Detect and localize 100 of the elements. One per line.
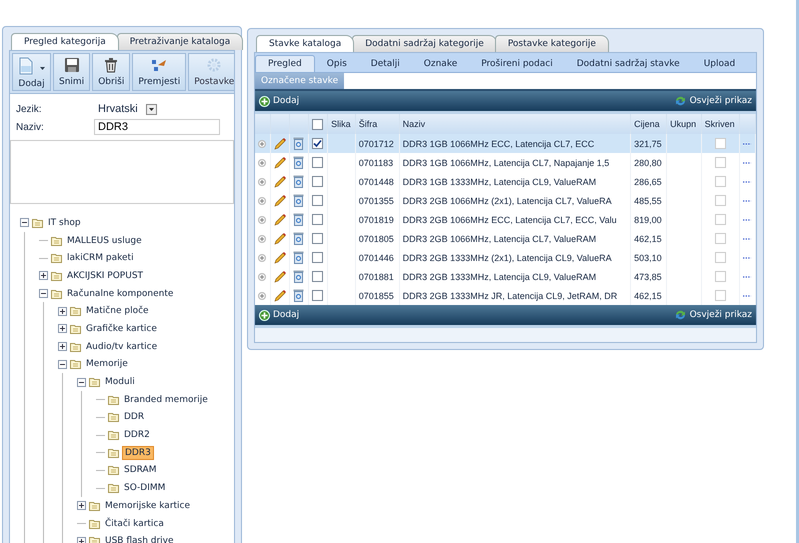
checkbox[interactable] [312,195,324,206]
ellipsis-icon[interactable] [743,180,752,183]
tab[interactable]: Stavke kataloga [256,35,354,52]
table-row[interactable]: 0701712 DDR3 1GB 1066MHz ECC, Latencija CL7, ECC 321,75 [255,134,756,153]
pencil-icon[interactable] [274,214,286,226]
name-field[interactable]: DDR3 [94,119,220,135]
pencil-icon[interactable] [274,270,286,282]
tree-item[interactable]: Računalne komponente [65,288,176,300]
table-row[interactable]: 0701446 DDR3 2GB 1333MHz (2x1), Latencija CL9, ValueRA 503,10 [255,248,756,267]
trash-can-icon[interactable] [293,289,304,302]
table-row[interactable]: 0701448 DDR3 1GB 1333MHz, Latencija CL9, ValueRAM 286,65 [255,172,756,191]
ellipsis-icon[interactable] [743,294,752,297]
refresh-button[interactable]: Osvježi prikaz [674,95,752,107]
expand-icon[interactable] [58,324,67,334]
pencil-icon[interactable] [274,290,286,302]
tab[interactable]: Opis [314,55,359,72]
trash-can-icon[interactable] [293,232,304,245]
tree-item[interactable]: SDRAM [122,464,158,476]
ellipsis-icon[interactable] [743,256,752,259]
tree-item[interactable]: Matične ploče [84,305,151,318]
expand-icon[interactable] [58,342,67,352]
tab[interactable]: Detalji [358,55,412,72]
checkbox[interactable] [312,118,324,130]
ellipsis-icon[interactable] [743,218,752,221]
tree-item[interactable]: SO-DIMM [122,482,168,494]
tree-item[interactable]: IT shop [46,216,83,229]
expand-icon[interactable] [58,306,67,316]
tree-item[interactable]: Čitači kartica [103,518,166,530]
tab[interactable]: Pregled [255,55,315,72]
pencil-icon[interactable] [274,176,286,188]
tab[interactable]: Upload [692,55,748,72]
table-row[interactable]: 0701183 DDR3 1GB 1066MHz, Latencija CL7, Napajanje 1,5 280,80 [255,153,756,172]
add-button[interactable]: Dodaj [259,310,300,320]
tab[interactable]: Dodatni sadržaj stavke [564,55,692,72]
ellipsis-icon[interactable] [743,237,752,240]
trash-can-icon[interactable] [293,251,304,264]
tree-item[interactable]: Grafičke kartice [84,322,159,335]
checkbox[interactable] [714,195,726,206]
toolbar-button[interactable]: Snimi [53,53,90,91]
tree-item[interactable]: DDR3 [122,446,154,460]
column-header[interactable]: Slika [328,114,356,134]
toolbar-button[interactable]: Obriši [92,53,130,91]
ellipsis-icon[interactable] [743,199,752,202]
checkbox[interactable] [312,252,324,264]
checkbox[interactable] [312,176,324,188]
refresh-button[interactable]: Osvježi prikaz [674,309,752,321]
collapse-icon[interactable] [39,289,48,298]
toolbar-button[interactable]: Premjesti [132,53,186,91]
checkbox[interactable] [714,138,726,150]
ellipsis-icon[interactable] [743,161,752,164]
expand-icon[interactable] [77,501,86,510]
collapse-icon[interactable] [58,360,67,369]
add-button[interactable]: Dodaj [259,96,300,106]
description-field[interactable] [10,140,234,204]
tree-item[interactable]: Memorije [84,358,130,370]
tree-item[interactable]: DDR [122,411,146,424]
trash-can-icon[interactable] [293,270,304,283]
pencil-icon[interactable] [274,252,286,264]
trash-can-icon[interactable] [293,194,304,207]
column-header[interactable]: Šifra [355,114,400,134]
column-header[interactable]: Cijena [630,114,667,134]
checkbox[interactable] [312,233,324,244]
checkbox[interactable] [714,233,726,244]
column-header[interactable]: Skriven [701,114,740,134]
tree-item[interactable]: DDR2 [122,429,152,442]
checkbox[interactable] [312,290,324,302]
tree-item[interactable]: Audio/tv kartice [84,340,160,353]
checkbox[interactable] [312,214,324,226]
pencil-icon[interactable] [274,156,286,168]
checkbox[interactable] [714,157,726,168]
tree-item[interactable]: USB flash drive [103,535,176,543]
pencil-icon[interactable] [274,232,286,244]
collapse-icon[interactable] [20,218,29,228]
tree-item[interactable]: Moduli [103,376,137,388]
ellipsis-icon[interactable] [743,275,752,278]
table-row[interactable]: 0701355 DDR3 2GB 1066MHz (2x1), Latencija CL7, ValueRA 485,55 [255,191,756,210]
ellipsis-icon[interactable] [743,142,752,145]
checkbox[interactable] [714,271,726,282]
checkbox[interactable] [312,271,324,282]
tab[interactable]: Oznake [412,55,470,72]
checkbox[interactable] [714,176,726,188]
tree-item[interactable]: Memorijske kartice [103,500,192,512]
tab[interactable]: Pregled kategorija [11,33,119,50]
checkbox[interactable] [714,252,726,264]
collapse-icon[interactable] [77,378,86,387]
checkbox[interactable] [714,290,726,302]
trash-can-icon[interactable] [293,137,304,150]
tree-item[interactable]: AKCIJSKI POPUST [65,270,146,282]
expand-icon[interactable] [39,271,48,280]
checkbox[interactable] [714,214,726,226]
trash-can-icon[interactable] [293,213,304,226]
tree-item[interactable]: MALLEUS usluge [65,234,144,247]
expand-icon[interactable] [77,536,86,543]
trash-can-icon[interactable] [293,175,304,188]
tree-item[interactable]: lakiCRM paketi [65,252,136,264]
checkbox[interactable] [312,157,324,168]
pencil-icon[interactable] [274,194,286,206]
toolbar-button[interactable]: Dodaj [12,53,51,91]
table-row[interactable]: 0701881 DDR3 2GB 1333MHz, Latencija CL9, ValueRAM 473,85 [255,267,756,286]
pencil-icon[interactable] [274,138,286,150]
